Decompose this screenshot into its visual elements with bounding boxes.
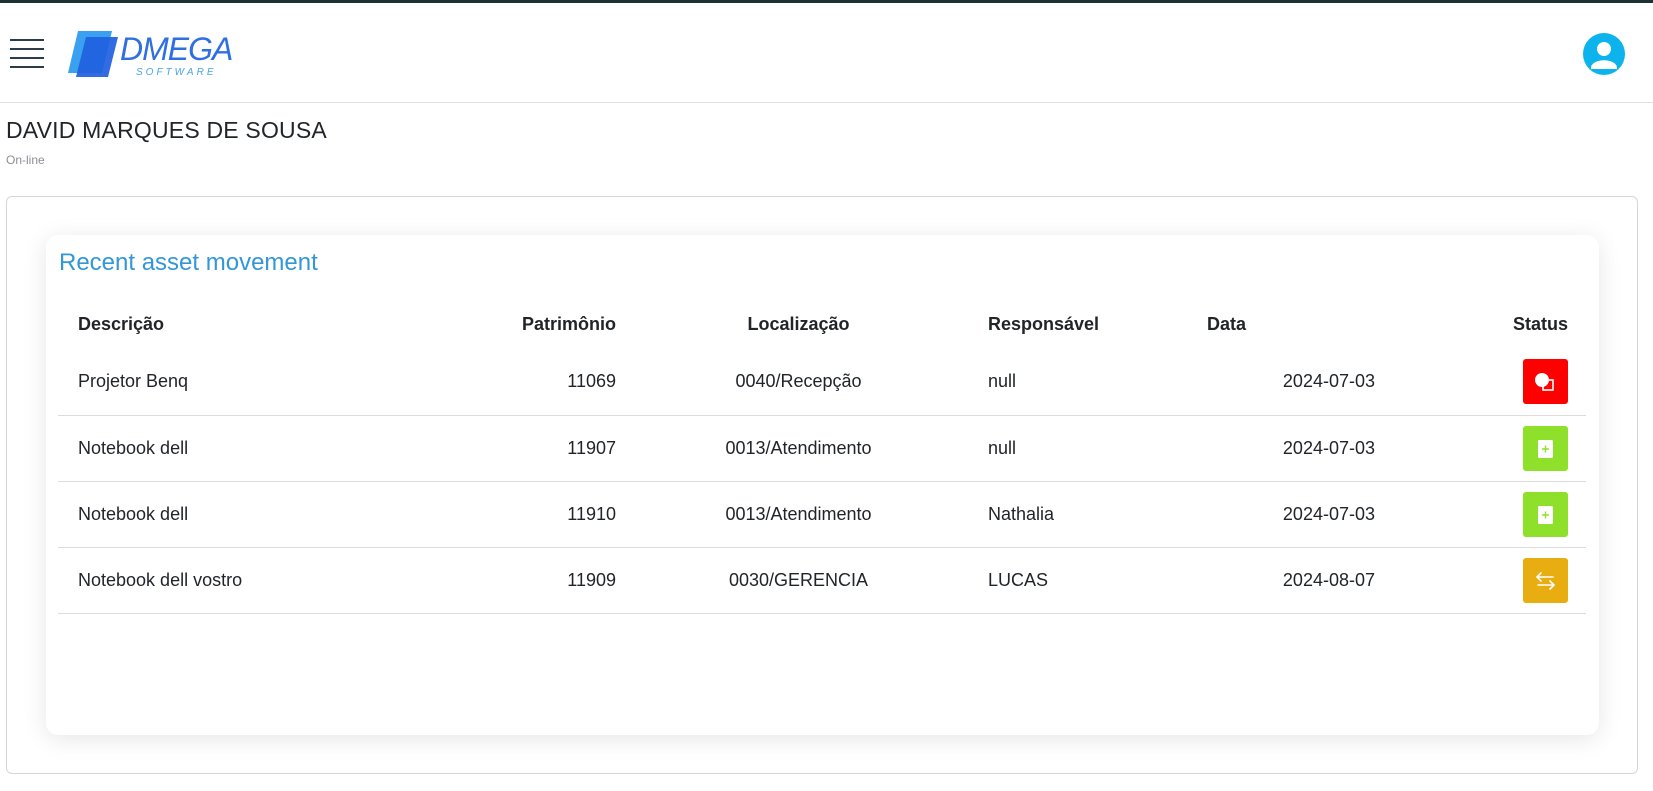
cell-patrimonio: 11910	[428, 481, 616, 548]
cell-status	[1417, 481, 1586, 548]
asset-movement-table: Descrição Patrimônio Localização Respons…	[58, 299, 1586, 614]
online-status-text: On-line	[6, 153, 45, 167]
cell-patrimonio: 11909	[428, 547, 616, 614]
shapes-icon	[1535, 373, 1554, 392]
cell-patrimonio: 11907	[428, 415, 616, 482]
table-row: Notebook dell vostro 11909 0030/GERENCIA…	[58, 547, 1586, 614]
card-title: Recent asset movement	[59, 249, 318, 276]
page-title: DAVID MARQUES DE SOUSA	[6, 117, 327, 143]
col-header-data: Data	[1207, 313, 1247, 334]
cell-data: 2024-07-03	[1207, 349, 1417, 416]
file-plus-icon	[1538, 505, 1553, 524]
user-circle-icon[interactable]	[1583, 33, 1625, 75]
table-header-row: Descrição Patrimônio Localização Respons…	[58, 299, 1586, 349]
top-navbar: DMEGA SOFTWARE	[0, 3, 1653, 103]
cell-status	[1417, 415, 1586, 482]
status-button[interactable]	[1523, 425, 1568, 471]
cell-responsavel: Nathalia	[981, 481, 1207, 548]
logo-brand-text: DMEGA	[120, 31, 233, 67]
status-button[interactable]	[1523, 359, 1568, 405]
cell-data: 2024-08-07	[1207, 547, 1417, 614]
transfer-arrows-icon	[1536, 571, 1555, 590]
cell-localizacao: 0030/GERENCIA	[616, 547, 981, 614]
cell-data: 2024-07-03	[1207, 481, 1417, 548]
table-row: Notebook dell 11907 0013/Atendimento nul…	[58, 415, 1586, 482]
cell-descricao: Notebook dell	[58, 415, 428, 482]
logo-sub-text: SOFTWARE	[136, 67, 217, 78]
col-header-localizacao: Localização	[747, 313, 850, 334]
col-header-status: Status	[1512, 313, 1568, 334]
cell-localizacao: 0013/Atendimento	[616, 481, 981, 548]
col-header-responsavel: Responsável	[988, 313, 1100, 334]
cell-descricao: Notebook dell vostro	[58, 547, 428, 614]
hamburger-menu-icon[interactable]	[10, 39, 44, 69]
recent-movement-card: Recent asset movement Descrição Patrimôn…	[46, 235, 1599, 735]
cell-localizacao: 0013/Atendimento	[616, 415, 981, 482]
cell-status	[1417, 349, 1586, 416]
cell-responsavel: null	[981, 349, 1207, 416]
cell-patrimonio: 11069	[428, 349, 616, 416]
col-header-patrimonio: Patrimônio	[521, 313, 616, 334]
table-row: Projetor Benq 11069 0040/Recepção null 2…	[58, 349, 1586, 416]
col-header-descricao: Descrição	[78, 313, 165, 334]
file-plus-icon	[1538, 439, 1553, 458]
cell-descricao: Notebook dell	[58, 481, 428, 548]
table-row: Notebook dell 11910 0013/Atendimento Nat…	[58, 481, 1586, 548]
cell-responsavel: LUCAS	[981, 547, 1207, 614]
status-button[interactable]	[1523, 557, 1568, 603]
cell-responsavel: null	[981, 415, 1207, 482]
cell-data: 2024-07-03	[1207, 415, 1417, 482]
cell-localizacao: 0040/Recepção	[616, 349, 981, 416]
cell-status	[1417, 547, 1586, 614]
omega-logo[interactable]: DMEGA SOFTWARE	[62, 25, 242, 81]
cell-descricao: Projetor Benq	[58, 349, 428, 416]
status-button[interactable]	[1523, 491, 1568, 537]
